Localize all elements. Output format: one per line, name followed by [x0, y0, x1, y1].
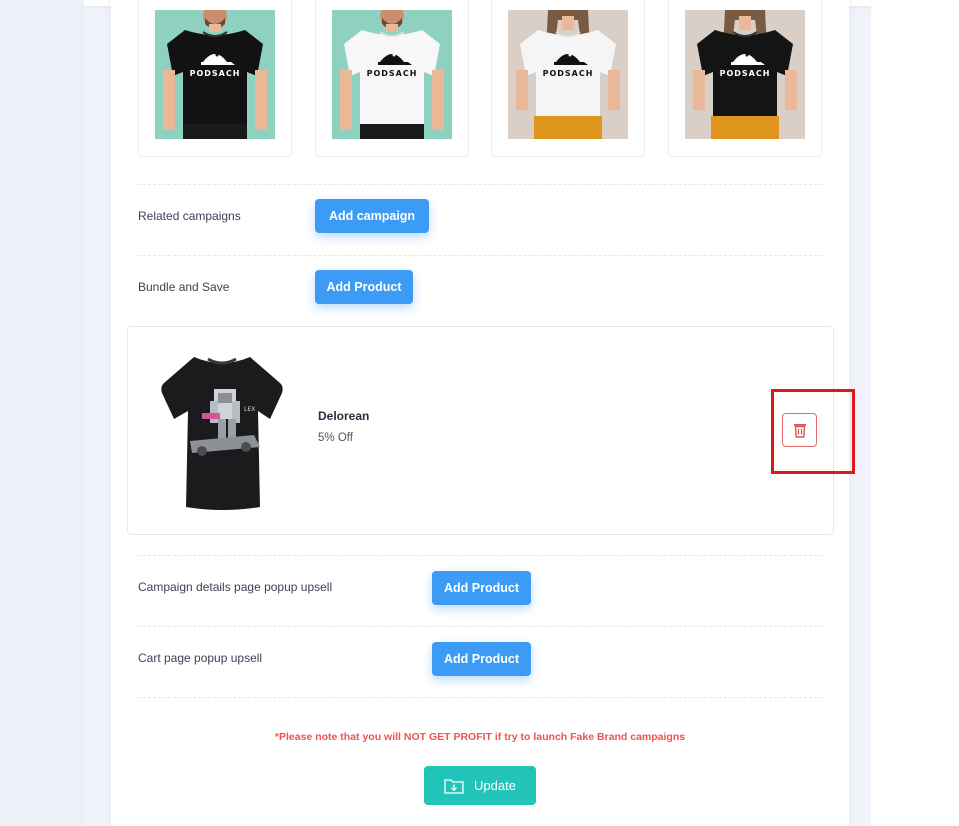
- design-logo-text: PODSACH: [366, 69, 418, 78]
- divider: [138, 555, 822, 556]
- delete-product-button[interactable]: [782, 413, 817, 447]
- product-shirt-graphic: LEX: [161, 357, 283, 510]
- design-thumbnail[interactable]: PODSACH: [138, 0, 292, 157]
- update-button[interactable]: Update: [424, 766, 536, 805]
- divider: [138, 184, 822, 185]
- divider: [138, 697, 822, 698]
- product-discount: 5% Off: [318, 432, 353, 444]
- product-image: LEX: [156, 349, 288, 513]
- design-image: PODSACH: [508, 10, 628, 139]
- add-campaign-button[interactable]: Add campaign: [315, 199, 429, 233]
- fake-brand-notice: *Please note that you will NOT GET PROFI…: [274, 731, 686, 743]
- divider: [138, 626, 822, 627]
- left-gutter: [0, 0, 84, 826]
- related-campaigns-label: Related campaigns: [138, 209, 241, 223]
- design-logo-text: PODSACH: [189, 69, 241, 78]
- design-logo-text: PODSACH: [719, 69, 771, 78]
- bundle-and-save-label: Bundle and Save: [138, 280, 230, 294]
- design-logo-text: PODSACH: [542, 69, 594, 78]
- campaign-popup-upsell-label: Campaign details page popup upsell: [138, 580, 333, 594]
- add-bundle-product-button[interactable]: Add Product: [315, 270, 413, 304]
- cart-popup-upsell-label: Cart page popup upsell: [138, 651, 263, 665]
- product-name: Delorean: [318, 409, 370, 423]
- right-gutter: [871, 0, 959, 826]
- design-image: PODSACH: [332, 10, 452, 139]
- add-cart-popup-product-button[interactable]: Add Product: [432, 642, 531, 676]
- update-label: Update: [474, 778, 516, 793]
- divider: [138, 255, 822, 256]
- design-thumbnail[interactable]: PODSACH: [668, 0, 822, 157]
- design-image: PODSACH: [155, 10, 275, 139]
- design-thumbnail[interactable]: PODSACH: [491, 0, 645, 157]
- folder-download-icon: [444, 778, 464, 794]
- bundle-product-item: LEX Delorean 5% Off: [127, 326, 855, 535]
- design-image: PODSACH: [685, 10, 805, 139]
- campaign-settings-card: PODSACH PODSACH PODSACH PODSACH Related …: [111, 0, 855, 826]
- trash-icon: [793, 424, 806, 438]
- svg-text:LEX: LEX: [244, 406, 255, 413]
- design-thumbnail[interactable]: PODSACH: [315, 0, 469, 157]
- add-campaign-popup-product-button[interactable]: Add Product: [432, 571, 531, 605]
